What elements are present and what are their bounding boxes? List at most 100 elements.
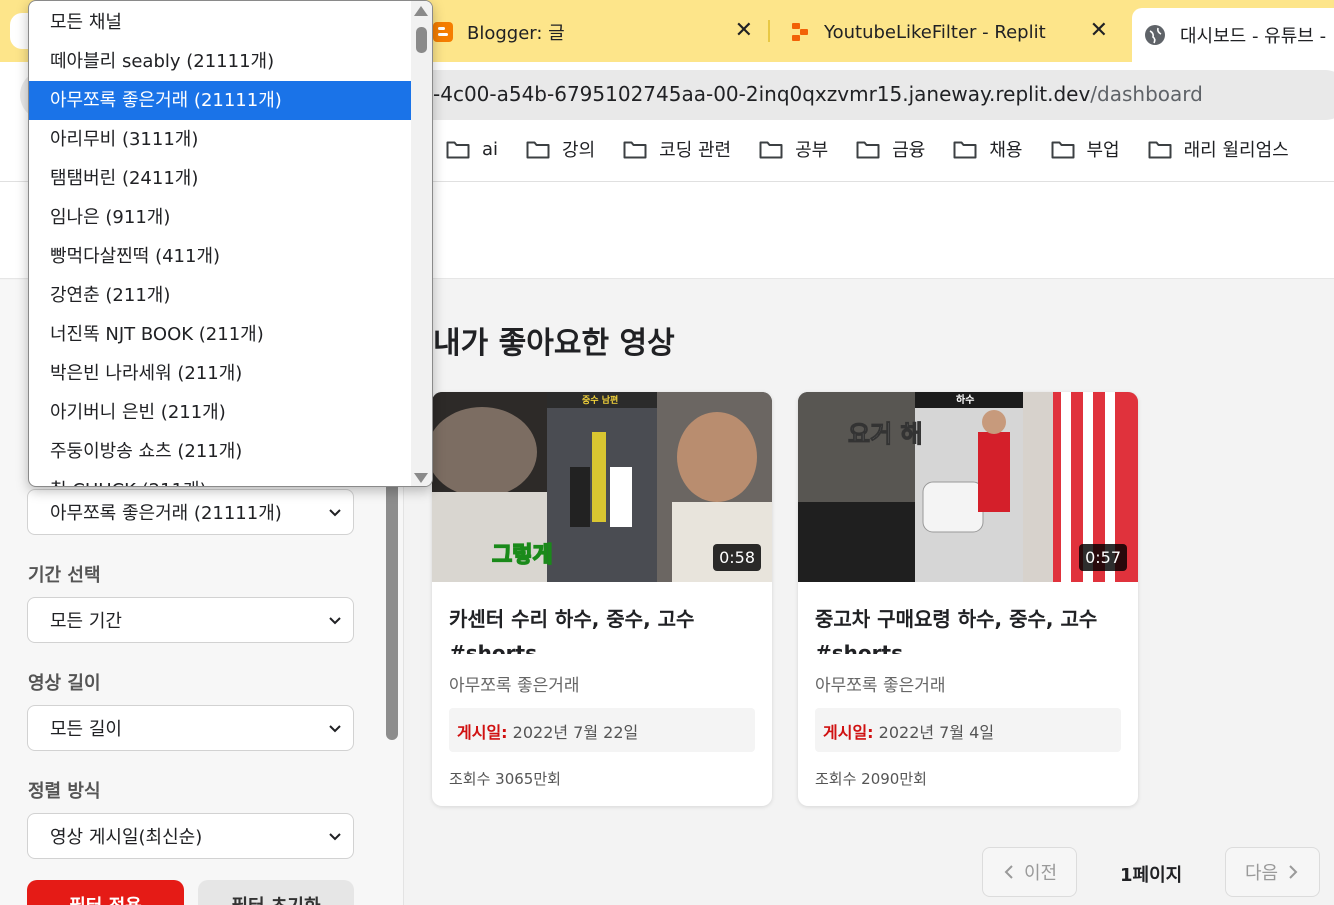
folder-icon: [759, 141, 783, 159]
video-card[interactable]: 그렇게 중수 남편 0:58 카센터 수리 하수, 중수, 고수 #shorts…: [432, 392, 772, 806]
close-icon[interactable]: ✕: [1090, 18, 1108, 43]
view-count: 조회수 3065만회: [449, 770, 561, 788]
tab-separator: [768, 20, 770, 42]
video-duration: 0:58: [713, 544, 761, 571]
video-title[interactable]: 중고차 구매요령 하수, 중수, 고수 #shorts: [815, 602, 1121, 654]
scroll-up-arrow-icon[interactable]: [414, 6, 428, 16]
folder-icon: [953, 141, 977, 159]
bookmark-label: ai: [482, 138, 499, 160]
video-title[interactable]: 카센터 수리 하수, 중수, 고수 #shorts: [449, 602, 755, 654]
sort-select-value: 영상 게시일(최신순): [50, 827, 203, 848]
thumbnail-banner: 하수: [956, 393, 974, 406]
bookmark-label: 공부: [795, 140, 829, 161]
bookmark-folder[interactable]: 공부: [759, 136, 828, 162]
tab-blogger[interactable]: Blogger: 글 ✕: [433, 8, 753, 56]
publish-date: 게시일: 2022년 7월 4일: [815, 708, 1121, 752]
period-label: 기간 선택: [28, 565, 101, 586]
chevron-right-icon: [1289, 865, 1298, 879]
bookmark-label: 채용: [989, 140, 1023, 161]
globe-icon: [1144, 24, 1166, 46]
dropdown-scrollbar[interactable]: [411, 1, 432, 486]
period-select[interactable]: 모든 기간: [27, 597, 354, 643]
tab-dashboard[interactable]: 대시보드 - 유튜브 -: [1132, 8, 1334, 62]
dropdown-option[interactable]: 아리무비 (3111개): [29, 120, 412, 159]
dropdown-option[interactable]: 박은빈 나라세워 (211개): [29, 354, 412, 393]
video-channel: 아무쪼록 좋은거래: [815, 676, 946, 696]
tab-title: 대시보드 - 유튜브 -: [1180, 26, 1327, 47]
dropdown-option[interactable]: 아무쪼록 좋은거래 (21111개): [29, 81, 412, 120]
length-select[interactable]: 모든 길이: [27, 705, 354, 751]
dropdown-option[interactable]: 칰 CHUCK (211개): [29, 471, 412, 486]
dropdown-option[interactable]: 모든 채널: [29, 3, 412, 42]
length-label: 영상 길이: [28, 673, 101, 694]
bookmark-label: 금융: [892, 140, 926, 161]
dropdown-option[interactable]: 강연춘 (211개): [29, 276, 412, 315]
reset-filter-button[interactable]: 필터 초기화: [198, 880, 354, 905]
chevron-down-icon: [329, 725, 341, 733]
close-icon[interactable]: ✕: [735, 18, 753, 43]
bookmark-folder[interactable]: 래리 윌리엄스: [1148, 136, 1289, 162]
bookmark-label: 강의: [562, 140, 596, 161]
video-thumbnail[interactable]: 요거 해 하수 0:57: [798, 392, 1138, 582]
length-select-value: 모든 길이: [50, 719, 122, 740]
channel-select[interactable]: 아무쪼록 좋은거래 (21111개): [27, 489, 354, 535]
bookmark-folder[interactable]: ai: [446, 136, 498, 162]
dropdown-options: 모든 채널 떼아블리 seably (21111개) 아무쪼록 좋은거래 (21…: [29, 3, 412, 486]
sort-label: 정렬 방식: [28, 781, 101, 802]
dropdown-option[interactable]: 아기버니 은빈 (211개): [29, 393, 412, 432]
folder-icon: [623, 141, 647, 159]
folder-icon: [1051, 141, 1074, 159]
dropdown-scroll-thumb[interactable]: [416, 27, 427, 53]
view-count: 조회수 2090만회: [815, 770, 927, 788]
thumbnail-banner: 중수 남편: [582, 394, 618, 406]
channel-select-value: 아무쪼록 좋은거래 (21111개): [50, 503, 282, 524]
folder-icon: [856, 141, 880, 159]
dropdown-option[interactable]: 임나은 (911개): [29, 198, 412, 237]
scroll-down-arrow-icon[interactable]: [414, 473, 428, 483]
current-page: 1페이지: [1120, 865, 1183, 886]
url-text[interactable]: -4c00-a54b-6795102745aa-00-2inq0qxzvmr15…: [433, 82, 1203, 106]
thumbnail-caption: 요거 해: [848, 420, 923, 448]
dropdown-option[interactable]: 떼아블리 seably (21111개): [29, 42, 412, 81]
url-path: /dashboard: [1090, 82, 1203, 106]
next-page-label: 다음: [1244, 863, 1279, 884]
apply-filter-button[interactable]: 필터 적용: [27, 880, 184, 905]
prev-page-button[interactable]: 이전: [982, 847, 1077, 897]
folder-icon: [446, 141, 470, 159]
period-select-value: 모든 기간: [50, 611, 122, 632]
bookmark-folder[interactable]: 강의: [526, 136, 595, 162]
video-thumbnail[interactable]: 그렇게 중수 남편 0:58: [432, 392, 772, 582]
tab-replit[interactable]: YoutubeLikeFilter - Replit ✕: [790, 8, 1108, 56]
folder-icon: [526, 141, 550, 159]
folder-icon: [1148, 141, 1172, 159]
bookmark-label: 래리 윌리엄스: [1183, 140, 1289, 161]
dropdown-option[interactable]: 너진똑 NJT BOOK (211개): [29, 315, 412, 354]
video-card[interactable]: 요거 해 하수 0:57 중고차 구매요령 하수, 중수, 고수 #shorts…: [798, 392, 1138, 806]
sort-select[interactable]: 영상 게시일(최신순): [27, 813, 354, 859]
video-channel: 아무쪼록 좋은거래: [449, 676, 580, 696]
bookmark-folder[interactable]: 코딩 관련: [623, 136, 731, 162]
publish-date-label: 게시일:: [457, 723, 508, 742]
bookmarks-bar: ai 강의 코딩 관련 공부 금융 채용 부업 래리 윌리엄스: [446, 136, 1317, 162]
bookmark-label: 코딩 관련: [659, 140, 732, 161]
publish-date: 게시일: 2022년 7월 22일: [449, 708, 755, 752]
bookmark-folder[interactable]: 부업: [1051, 136, 1120, 162]
chevron-left-icon: [1004, 865, 1013, 879]
next-page-button[interactable]: 다음: [1225, 847, 1320, 897]
bookmark-folder[interactable]: 금융: [856, 136, 925, 162]
chevron-down-icon: [329, 617, 341, 625]
blogger-icon: [433, 22, 453, 42]
channel-dropdown-list[interactable]: 모든 채널 떼아블리 seably (21111개) 아무쪼록 좋은거래 (21…: [28, 0, 433, 487]
publish-date-label: 게시일:: [823, 723, 874, 742]
bookmark-folder[interactable]: 채용: [953, 136, 1023, 162]
chevron-down-icon: [329, 509, 341, 517]
prev-page-label: 이전: [1023, 863, 1058, 884]
dropdown-option[interactable]: 주둥이방송 쇼츠 (211개): [29, 432, 412, 471]
thumbnail-caption: 그렇게: [492, 543, 553, 568]
tab-title: YoutubeLikeFilter - Replit: [824, 21, 1046, 43]
tab-title: Blogger: 글: [467, 23, 565, 44]
dropdown-option[interactable]: 빵먹다살찐떡 (411개): [29, 237, 412, 276]
bookmark-label: 부업: [1086, 140, 1120, 161]
dropdown-option[interactable]: 탬탬버린 (2411개): [29, 159, 412, 198]
publish-date-value: 2022년 7월 22일: [512, 723, 639, 742]
